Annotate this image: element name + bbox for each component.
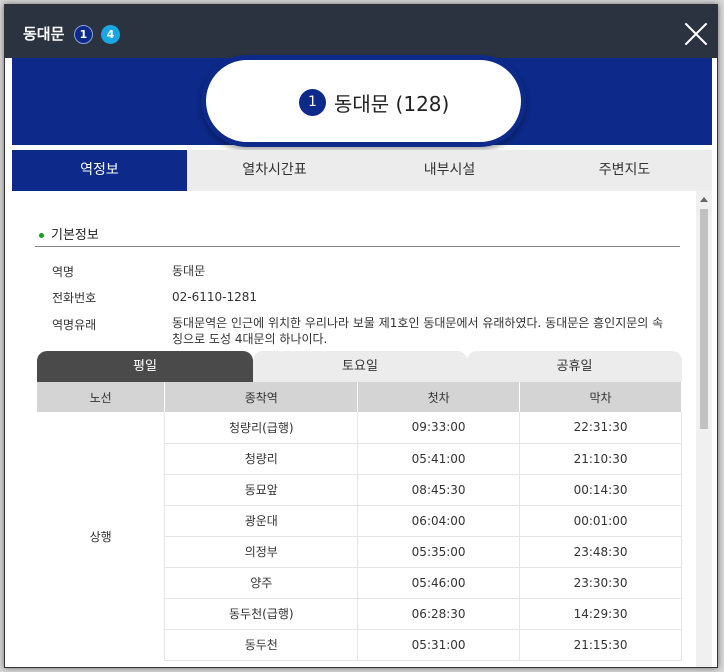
window-title: 동대문 (23, 25, 65, 43)
destination-cell: 광운대 (164, 505, 359, 537)
first-train-cell: 09:33:00 (357, 412, 521, 444)
basic-info-heading: 기본정보 (39, 224, 99, 243)
last-train-cell: 23:48:30 (519, 536, 682, 568)
close-icon[interactable] (683, 21, 709, 47)
name-origin-label: 역명유래 (52, 318, 97, 332)
last-train-cell: 22:31:30 (519, 412, 682, 444)
first-train-cell: 06:04:00 (357, 505, 521, 537)
title-bar: 동대문 1 4 (5, 5, 717, 58)
first-train-cell: 05:41:00 (357, 443, 521, 475)
table-row: 상행 청량리(급행) 09:33:00 22:31:30 (37, 412, 682, 660)
col-line: 노선 (37, 382, 166, 412)
destination-cell: 양주 (164, 567, 359, 599)
phone-label: 전화번호 (52, 291, 97, 305)
tab-facilities[interactable]: 내부시설 (362, 150, 537, 191)
station-info-window: 동대문 1 4 1 동대문 (128) 역정보 열차시간표 내부시설 주변지도 … (4, 4, 718, 668)
destination-cell: 의정부 (164, 536, 359, 568)
line-4-badge: 4 (101, 25, 120, 44)
phone-value: 02-6110-1281 (172, 290, 258, 304)
last-train-cell: 14:29:30 (519, 598, 682, 630)
first-train-cell: 05:35:00 (357, 536, 521, 568)
first-train-cell: 05:31:00 (357, 629, 521, 661)
bullet-icon (39, 233, 44, 238)
name-origin-value: 동대문역은 인근에 위치한 우리나라 보물 제1호인 동대문에서 유래하였다. … (172, 316, 664, 346)
line-number-badge: 1 (299, 89, 326, 116)
info-tabs: 역정보 열차시간표 내부시설 주변지도 (12, 150, 712, 191)
col-last-train: 막차 (519, 382, 682, 412)
line-1-badge: 1 (74, 25, 93, 44)
tab-nearby-map[interactable]: 주변지도 (537, 150, 712, 191)
timetable-header-row: 노선 종착역 첫차 막차 (37, 382, 682, 412)
last-train-cell: 21:15:30 (519, 629, 682, 661)
destination-cell: 청량리(급행) (164, 412, 359, 444)
content-panel: 기본정보 역명 동대문 전화번호 02-6110-1281 역명유래 동대문역은… (12, 191, 712, 667)
tab-train-timetable[interactable]: 열차시간표 (187, 150, 362, 191)
col-first-train: 첫차 (357, 382, 521, 412)
destination-cell: 동두천(급행) (164, 598, 359, 630)
first-train-cell: 05:46:00 (357, 567, 521, 599)
last-train-cell: 00:14:30 (519, 474, 682, 506)
col-destination: 종착역 (164, 382, 359, 412)
tab-weekday[interactable]: 평일 (37, 351, 253, 382)
tab-holiday[interactable]: 공휴일 (467, 351, 682, 382)
last-train-cell: 21:10:30 (519, 443, 682, 475)
tab-saturday[interactable]: 토요일 (253, 351, 467, 382)
station-name-pill: 1 동대문 (128) (201, 55, 526, 147)
first-train-cell: 08:45:30 (357, 474, 521, 506)
scroll-up-icon[interactable] (700, 197, 708, 202)
first-train-cell: 06:28:30 (357, 598, 521, 630)
station-name-value: 동대문 (172, 264, 206, 278)
tab-station-info[interactable]: 역정보 (12, 150, 187, 191)
vertical-scrollbar[interactable] (696, 191, 712, 667)
last-train-cell: 00:01:00 (519, 505, 682, 537)
station-name-label: 역명 (52, 265, 75, 279)
direction-cell: 상행 (37, 412, 166, 660)
section-divider (35, 246, 680, 247)
destination-cell: 청량리 (164, 443, 359, 475)
basic-info-title: 기본정보 (51, 228, 99, 243)
station-name: 동대문 (128) (334, 92, 450, 116)
timetable: 노선 종착역 첫차 막차 상행 청량리(급행) 09:33:00 22:31:3… (37, 382, 682, 661)
destination-cell: 동두천 (164, 629, 359, 661)
scroll-thumb[interactable] (700, 209, 708, 429)
destination-cell: 동묘앞 (164, 474, 359, 506)
day-type-tabs: 평일 토요일 공휴일 (37, 351, 682, 382)
last-train-cell: 23:30:30 (519, 567, 682, 599)
